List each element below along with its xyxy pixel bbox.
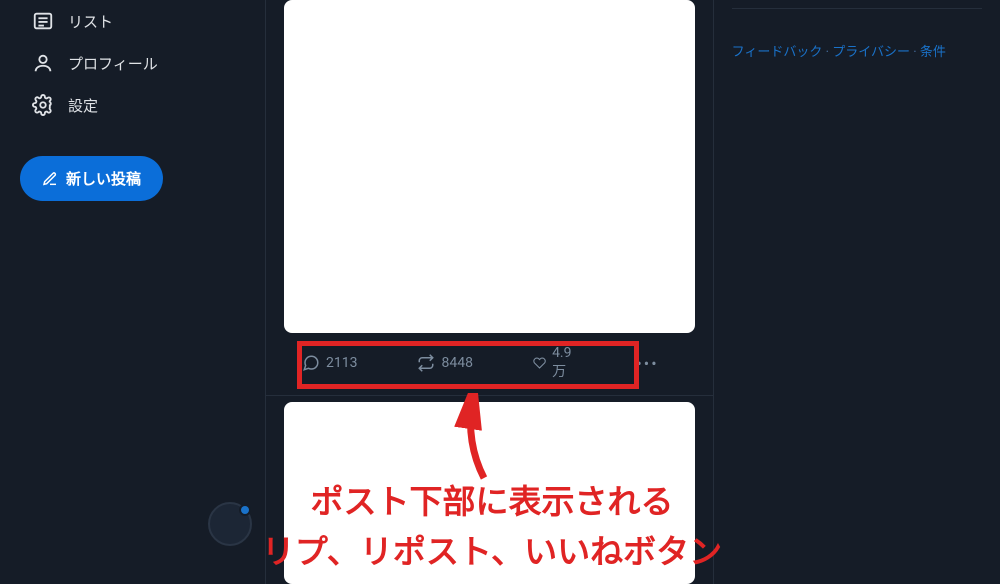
next-post-image[interactable] [284, 402, 695, 584]
right-divider [732, 8, 982, 9]
compose-label: 新しい投稿 [66, 168, 141, 189]
post-card: 2113 8448 4.9万 ••• [266, 0, 713, 393]
list-icon [32, 10, 54, 32]
footer-privacy[interactable]: プライバシー [832, 45, 910, 60]
compose-icon [42, 171, 58, 187]
avatar-indicator [239, 504, 251, 516]
post-divider [266, 395, 713, 396]
sidebar-label-settings: 設定 [68, 95, 98, 116]
post-actions: 2113 8448 4.9万 ••• [284, 333, 695, 393]
like-count: 4.9万 [552, 345, 576, 381]
repost-button[interactable]: 8448 [417, 354, 472, 372]
footer-feedback[interactable]: フィードバック [732, 45, 823, 60]
sidebar: リスト プロフィール 設定 新しい投稿 [0, 0, 265, 584]
sidebar-label-profile: プロフィール [68, 53, 158, 74]
right-column: フィードバック · プライバシー · 条件 [714, 0, 1000, 584]
sidebar-item-settings[interactable]: 設定 [20, 84, 245, 126]
post-image[interactable] [284, 0, 695, 333]
sidebar-label-lists: リスト [68, 11, 113, 32]
repost-icon [417, 354, 435, 372]
reply-count: 2113 [326, 355, 357, 371]
footer-sep2: · [910, 45, 920, 60]
repost-count: 8448 [441, 355, 472, 371]
reply-button[interactable]: 2113 [302, 354, 357, 372]
more-button[interactable]: ••• [636, 354, 658, 373]
compose-button[interactable]: 新しい投稿 [20, 156, 163, 201]
sidebar-item-profile[interactable]: プロフィール [20, 42, 245, 84]
settings-icon [32, 94, 54, 116]
reply-icon [302, 354, 320, 372]
footer-sep1: · [822, 45, 832, 60]
sidebar-item-lists[interactable]: リスト [20, 0, 245, 42]
footer-links: フィードバック · プライバシー · 条件 [732, 41, 982, 60]
main-feed: 2113 8448 4.9万 ••• [265, 0, 714, 584]
like-button[interactable]: 4.9万 [533, 345, 576, 381]
heart-icon [533, 354, 546, 372]
profile-icon [32, 52, 54, 74]
footer-terms[interactable]: 条件 [920, 45, 946, 60]
